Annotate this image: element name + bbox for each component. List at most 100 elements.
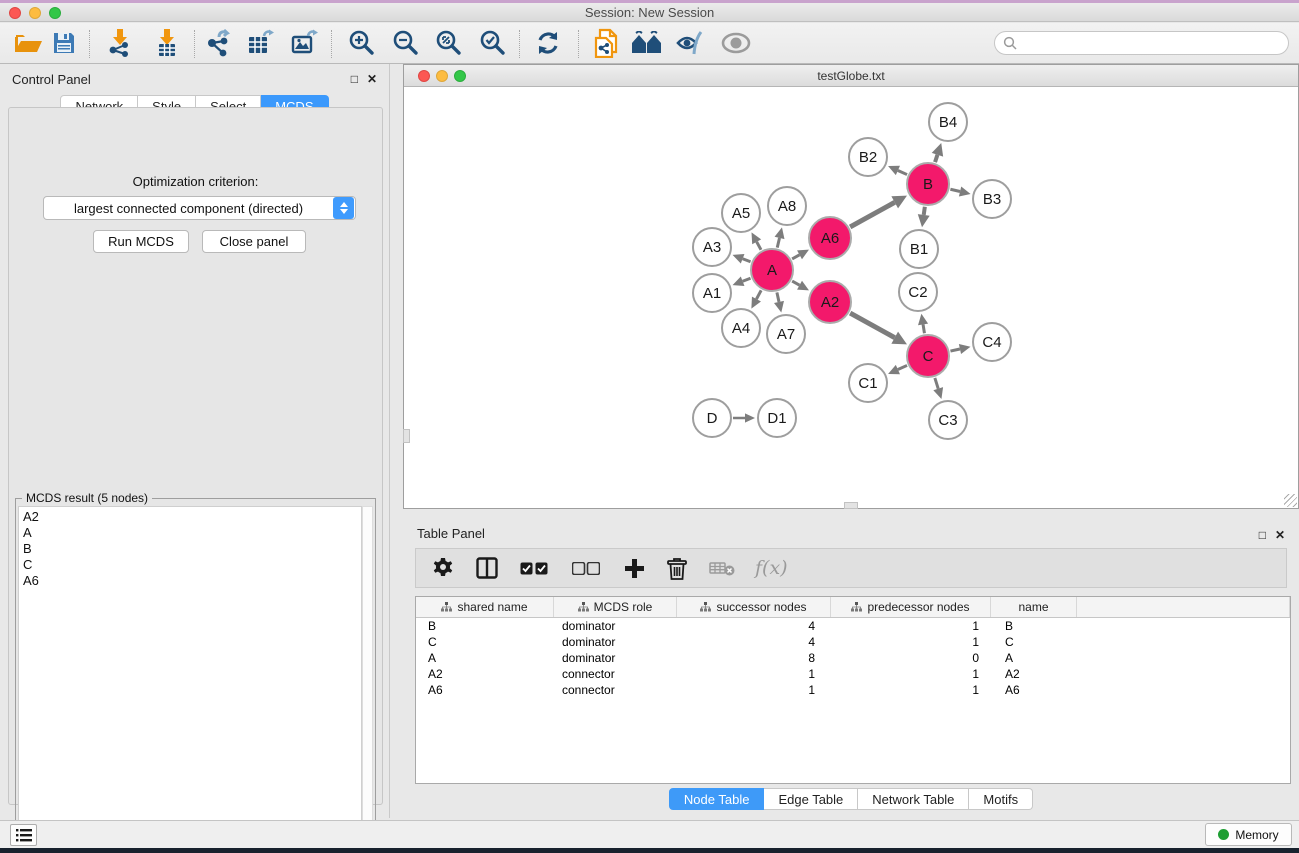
export-image-icon[interactable] bbox=[291, 29, 319, 57]
network-canvas[interactable]: A A1 A2 A3 A4 A5 A6 A7 A8 B B1 B2 B3B4 C C1 C2 C3C4 D D1 bbox=[404, 87, 1298, 508]
column-header-successor-nodes[interactable]: successor nodes bbox=[677, 597, 831, 617]
save-session-icon[interactable] bbox=[52, 31, 76, 55]
refresh-icon[interactable] bbox=[535, 30, 561, 56]
preview-eye-icon[interactable] bbox=[721, 32, 751, 54]
mcds-result-list[interactable]: A2ABCA6 bbox=[18, 506, 362, 838]
float-panel-icon[interactable]: □ bbox=[351, 72, 358, 86]
new-network-from-selection-icon[interactable] bbox=[594, 28, 620, 58]
zoom-in-icon[interactable] bbox=[347, 29, 375, 57]
export-table-icon[interactable] bbox=[247, 29, 275, 57]
result-item[interactable]: B bbox=[23, 541, 361, 557]
graph-node-C1[interactable]: C1 bbox=[848, 363, 888, 403]
graph-node-A[interactable]: A bbox=[750, 248, 794, 292]
deselect-all-checkboxes-icon[interactable] bbox=[572, 562, 600, 575]
close-panel-button[interactable]: Close panel bbox=[202, 230, 306, 253]
graph-node-D1[interactable]: D1 bbox=[757, 398, 797, 438]
result-item[interactable]: A6 bbox=[23, 573, 361, 589]
graph-node-A4[interactable]: A4 bbox=[721, 308, 761, 348]
column-header-predecessor-nodes[interactable]: predecessor nodes bbox=[831, 597, 991, 617]
edge-A-A2[interactable] bbox=[792, 281, 799, 285]
edge-B-B3[interactable] bbox=[950, 189, 960, 191]
graph-node-B[interactable]: B bbox=[906, 162, 950, 206]
vertical-scrollbar-thumb[interactable] bbox=[403, 429, 410, 443]
horizontal-scrollbar-thumb[interactable] bbox=[844, 502, 858, 509]
delete-column-icon[interactable] bbox=[667, 557, 687, 580]
edge-B-B4[interactable] bbox=[935, 155, 937, 162]
result-item[interactable]: A bbox=[23, 525, 361, 541]
close-panel-icon[interactable]: ✕ bbox=[367, 72, 377, 86]
delete-table-icon[interactable] bbox=[709, 560, 735, 576]
memory-button[interactable]: Memory bbox=[1205, 823, 1292, 846]
task-history-button[interactable] bbox=[10, 824, 37, 846]
table-row[interactable]: Bdominator41B bbox=[416, 618, 1290, 634]
graph-node-A2[interactable]: A2 bbox=[808, 280, 852, 324]
float-panel-icon[interactable]: □ bbox=[1259, 528, 1266, 542]
first-neighbors-icon[interactable] bbox=[631, 31, 663, 55]
graph-node-C3[interactable]: C3 bbox=[928, 400, 968, 440]
column-header-shared-name[interactable]: shared name bbox=[416, 597, 554, 617]
edge-A-A7[interactable] bbox=[777, 292, 779, 301]
network-view-titlebar[interactable]: testGlobe.txt bbox=[404, 65, 1298, 87]
run-mcds-button[interactable]: Run MCDS bbox=[93, 230, 189, 253]
tab-node-table[interactable]: Node Table bbox=[669, 788, 765, 810]
tab-network-table[interactable]: Network Table bbox=[858, 788, 969, 810]
function-builder-icon[interactable]: f(x) bbox=[755, 557, 788, 579]
graph-node-A6[interactable]: A6 bbox=[808, 216, 852, 260]
column-header-MCDS-role[interactable]: MCDS role bbox=[554, 597, 677, 617]
graph-node-A1[interactable]: A1 bbox=[692, 273, 732, 313]
result-item[interactable]: C bbox=[23, 557, 361, 573]
edge-C-C3[interactable] bbox=[935, 378, 938, 389]
edge-A-A5[interactable] bbox=[757, 242, 761, 250]
result-scrollbar[interactable] bbox=[362, 506, 373, 838]
edge-B-B1[interactable] bbox=[924, 207, 925, 215]
table-row[interactable]: Adominator80A bbox=[416, 650, 1290, 666]
graph-node-B3[interactable]: B3 bbox=[972, 179, 1012, 219]
graph-node-A7[interactable]: A7 bbox=[766, 314, 806, 354]
edge-C-C4[interactable] bbox=[950, 349, 959, 351]
resize-grip-icon[interactable] bbox=[1284, 494, 1297, 507]
edge-A-A8[interactable] bbox=[777, 238, 779, 248]
open-file-icon[interactable] bbox=[13, 31, 43, 55]
add-column-icon[interactable] bbox=[624, 558, 645, 579]
table-row[interactable]: A6connector11A6 bbox=[416, 682, 1290, 698]
edge-A6-B[interactable] bbox=[850, 202, 895, 227]
table-row[interactable]: Cdominator41C bbox=[416, 634, 1290, 650]
result-item[interactable]: A2 bbox=[23, 509, 361, 525]
edge-A2-C[interactable] bbox=[850, 313, 895, 338]
tab-edge-table[interactable]: Edge Table bbox=[764, 788, 858, 810]
import-table-icon[interactable] bbox=[155, 29, 179, 57]
graph-node-A8[interactable]: A8 bbox=[767, 186, 807, 226]
graph-node-C[interactable]: C bbox=[906, 334, 950, 378]
export-network-icon[interactable] bbox=[205, 29, 233, 57]
zoom-fit-icon[interactable] bbox=[434, 29, 462, 57]
zoom-selected-icon[interactable] bbox=[478, 29, 506, 57]
zoom-out-icon[interactable] bbox=[391, 29, 419, 57]
edge-A-A6[interactable] bbox=[792, 255, 799, 259]
select-all-checkboxes-icon[interactable] bbox=[520, 562, 548, 575]
edge-C-C2[interactable] bbox=[923, 324, 924, 333]
close-panel-icon[interactable]: ✕ bbox=[1275, 528, 1285, 542]
graph-node-A5[interactable]: A5 bbox=[721, 193, 761, 233]
import-network-icon[interactable] bbox=[107, 29, 133, 57]
edge-A-A1[interactable] bbox=[743, 278, 751, 281]
graph-node-B2[interactable]: B2 bbox=[848, 137, 888, 177]
edge-B-B2[interactable] bbox=[898, 170, 907, 174]
graph-node-A3[interactable]: A3 bbox=[692, 227, 732, 267]
graph-node-C2[interactable]: C2 bbox=[898, 272, 938, 312]
graph-node-B1[interactable]: B1 bbox=[899, 229, 939, 269]
table-row[interactable]: A2connector11A2 bbox=[416, 666, 1290, 682]
search-input[interactable] bbox=[994, 31, 1289, 55]
split-columns-icon[interactable] bbox=[476, 557, 498, 579]
edge-A-A3[interactable] bbox=[743, 259, 751, 262]
edge-A-A4[interactable] bbox=[756, 290, 761, 299]
criterion-dropdown[interactable]: largest connected component (directed) bbox=[43, 196, 356, 220]
show-hide-icon[interactable] bbox=[675, 30, 705, 56]
graph-node-C4[interactable]: C4 bbox=[972, 322, 1012, 362]
graph-node-B4[interactable]: B4 bbox=[928, 102, 968, 142]
edge-C-C1[interactable] bbox=[898, 365, 907, 369]
graph-node-D[interactable]: D bbox=[692, 398, 732, 438]
column-header-name[interactable]: name bbox=[991, 597, 1077, 617]
settings-gear-icon[interactable] bbox=[432, 557, 454, 579]
tab-motifs[interactable]: Motifs bbox=[969, 788, 1033, 810]
window-titlebar[interactable]: Session: New Session bbox=[0, 3, 1299, 22]
